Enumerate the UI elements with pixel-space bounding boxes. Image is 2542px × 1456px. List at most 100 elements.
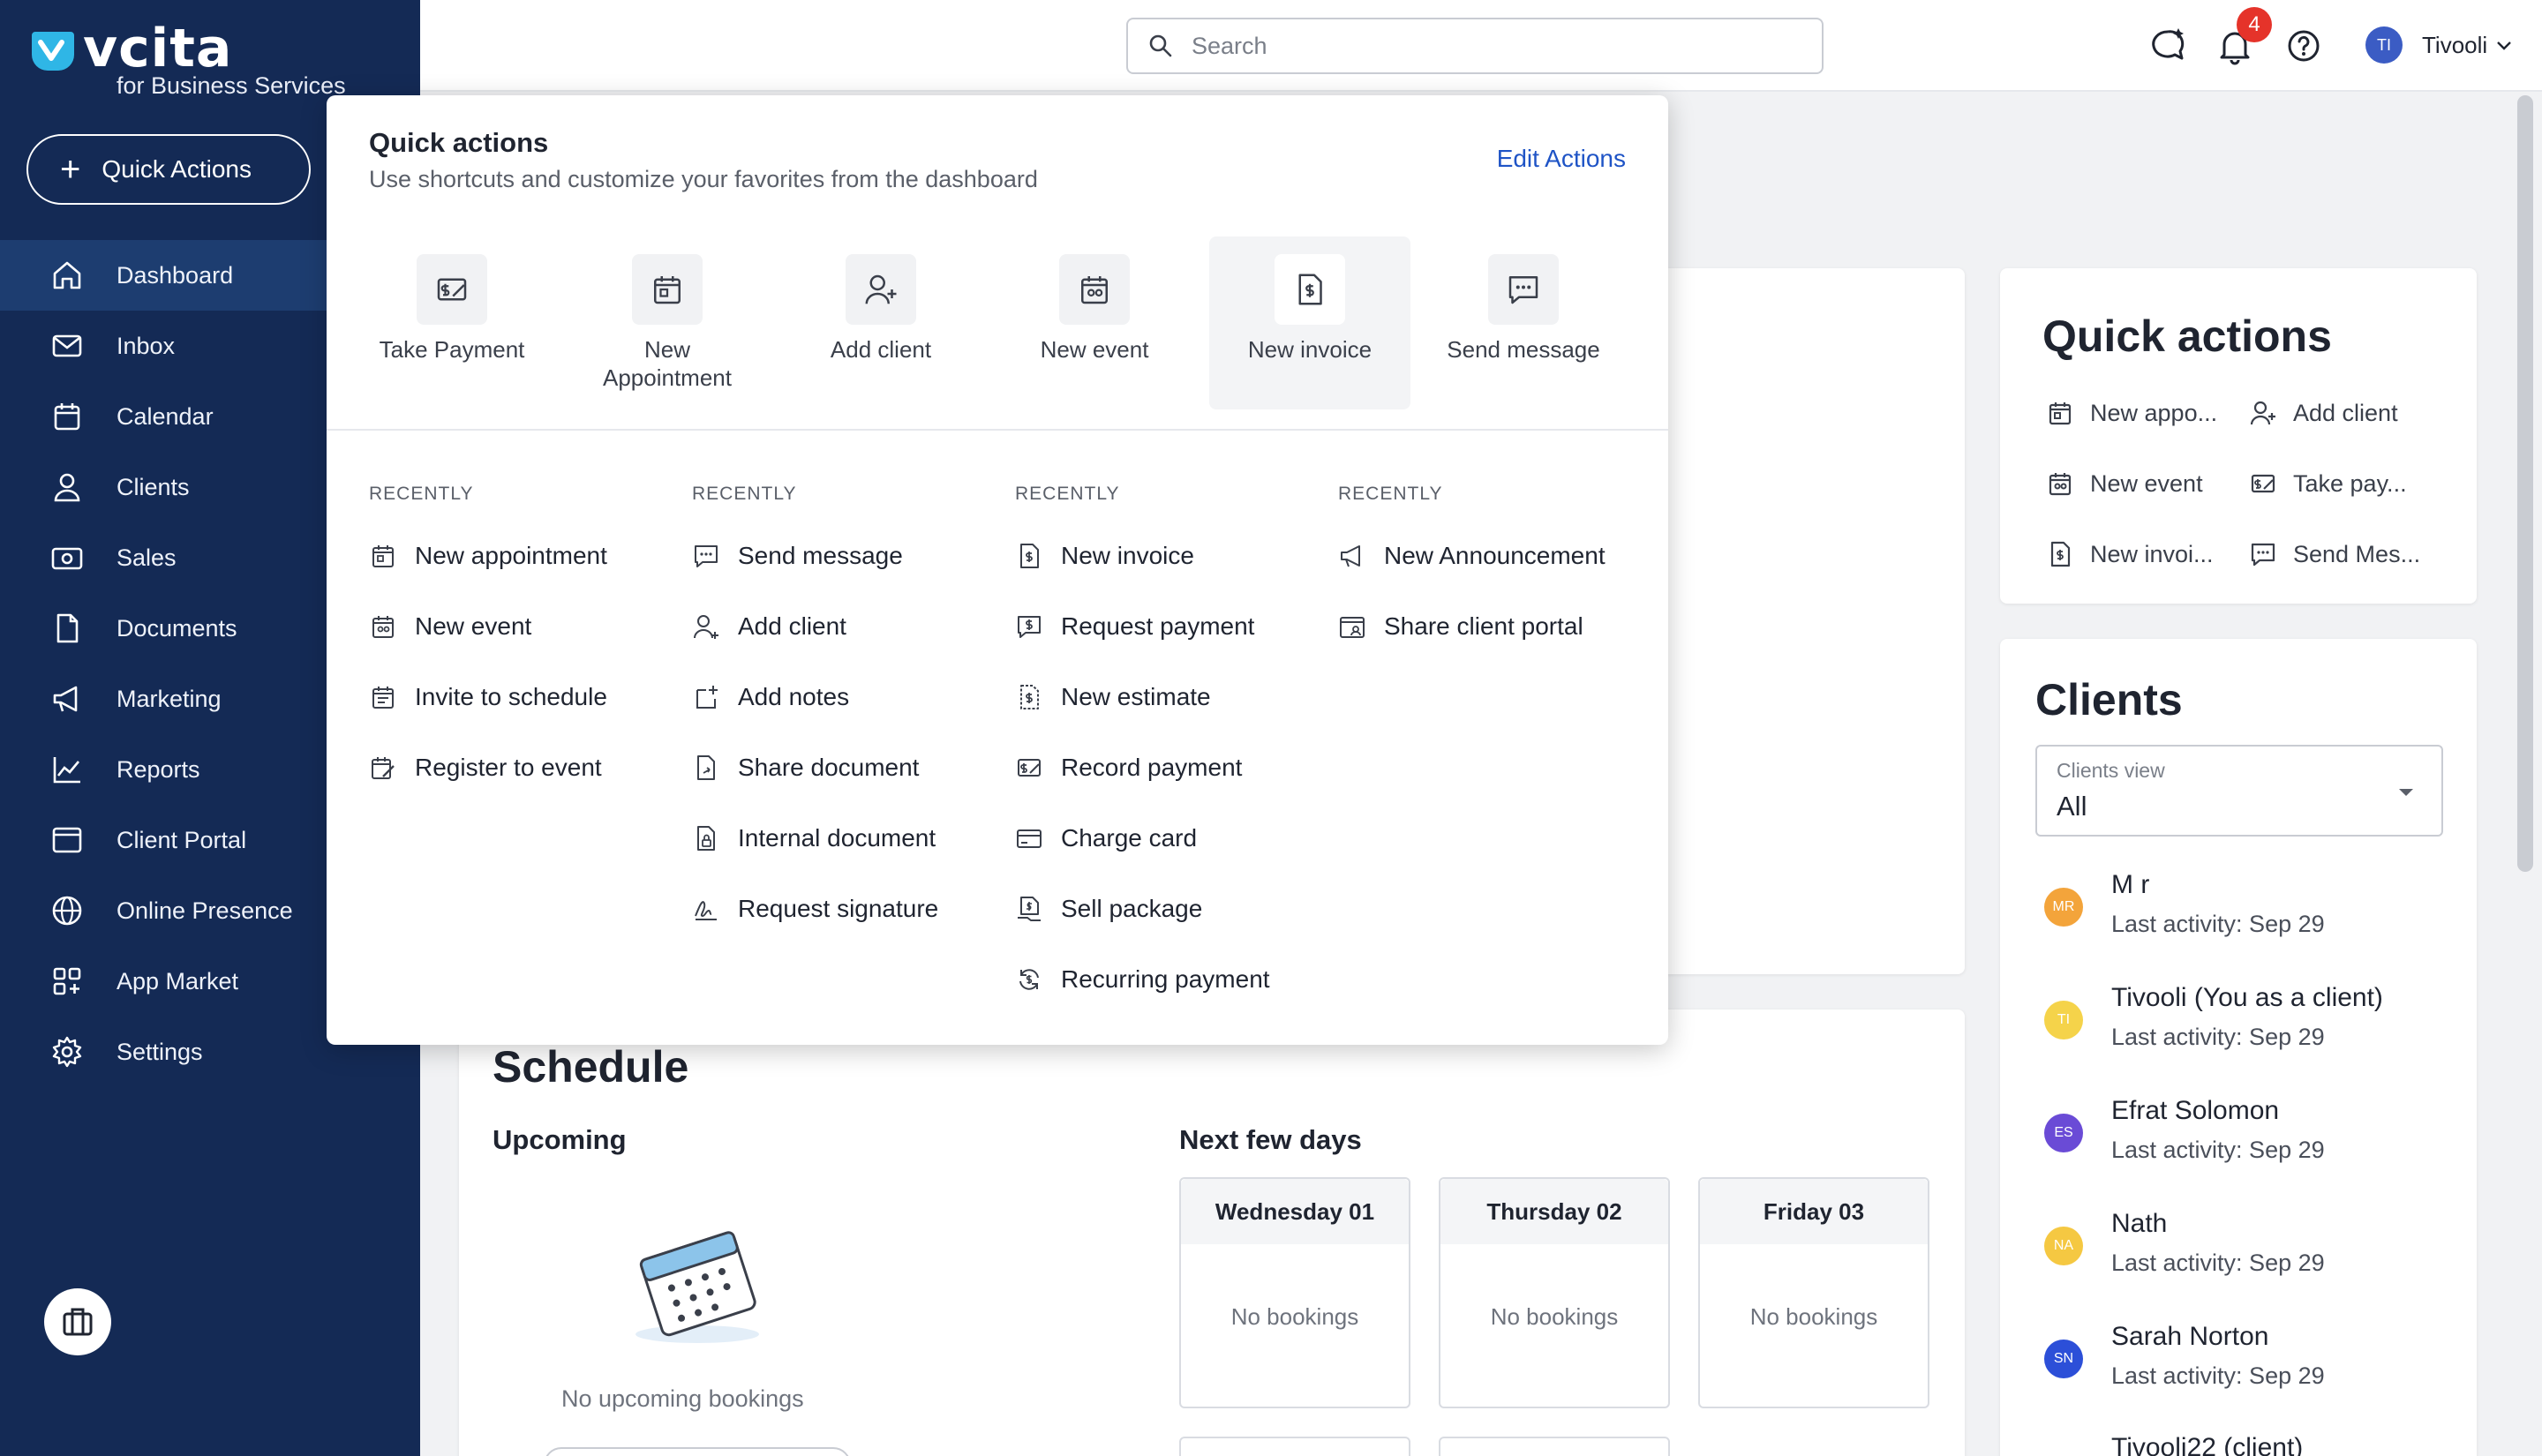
action-request-signature[interactable]: Request signature [692,895,938,923]
side-qa-label: Add client [2293,399,2398,426]
globe-icon [52,896,82,926]
side-qa-new-appointment[interactable]: New appo... [2046,399,2217,427]
day-card[interactable]: Thursday 02 No bookings [1439,1177,1670,1408]
vcita-logo-icon [32,32,74,71]
schedule-invite-icon [372,687,394,709]
note-icon [696,686,718,709]
action-new-invoice[interactable]: New invoice [1015,542,1194,570]
edit-actions-link[interactable]: Edit Actions [1497,145,1626,173]
shortcut-add-client[interactable]: Add client [780,236,981,409]
plus-icon: + [60,150,81,189]
shortcut-label: Add client [830,336,932,363]
credit-card-icon [1017,829,1042,848]
quick-actions-popup: Quick actions Use shortcuts and customiz… [327,95,1668,1045]
day-card[interactable] [1179,1437,1410,1456]
day-card[interactable]: Wednesday 01 No bookings [1179,1177,1410,1408]
home-icon [53,261,81,289]
client-name: Nath [2111,1209,2168,1238]
action-charge-card[interactable]: Charge card [1015,824,1197,852]
popup-subtitle: Use shortcuts and customize your favorit… [369,166,1038,192]
person-icon [54,473,80,502]
user-name[interactable]: Tivooli [2422,32,2487,59]
quick-actions-label: Quick Actions [102,155,252,183]
client-name: M r [2111,870,2150,899]
action-record-payment[interactable]: Record payment [1015,754,1242,782]
sidebar-item-label: Client Portal [117,826,247,853]
mail-icon [52,334,82,357]
shortcut-label: Take Payment [379,336,525,363]
side-qa-take-payment[interactable]: Take pay... [2249,469,2407,498]
day-card[interactable]: Friday 03 No bookings [1698,1177,1929,1408]
action-new-estimate[interactable]: New estimate [1015,683,1211,711]
side-qa-new-event[interactable]: New event [2046,469,2203,498]
action-invite-to-schedule[interactable]: Invite to schedule [369,683,607,711]
action-share-client-portal[interactable]: Share client portal [1338,612,1583,641]
action-sell-package[interactable]: Sell package [1015,895,1202,923]
action-share-document[interactable]: Share document [692,754,919,782]
action-send-message[interactable]: Send message [692,542,903,570]
clients-view-select[interactable]: Clients view All [2035,745,2443,837]
client-name: Tivooli (You as a client) [2111,983,2383,1012]
briefcase-icon [63,1308,93,1336]
search-icon [1149,34,1172,57]
action-label: New Announcement [1384,542,1606,569]
sidebar-item-label: Settings [117,1038,203,1065]
chevron-down-icon[interactable] [2494,35,2514,55]
action-label: Internal document [738,824,936,852]
action-label: Sell package [1061,895,1203,922]
business-bag-button[interactable] [44,1288,111,1355]
clients-view-label: Clients view [2057,759,2165,782]
calendar-illustration-icon [636,1231,759,1343]
event-icon [1081,276,1108,304]
message-icon [1508,276,1538,304]
top-bar: Search 4 TI Tivooli [420,0,2542,92]
side-qa-new-invoice[interactable]: New invoi... [2046,540,2214,568]
document-icon [56,613,79,643]
client-avatar: NA [2044,1227,2083,1265]
action-internal-document[interactable]: Internal document [692,824,936,852]
action-recurring-payment[interactable]: Recurring payment [1015,965,1270,994]
side-quick-actions-title: Quick actions [2042,311,2332,361]
add-person-icon [694,615,718,639]
shortcut-new-appointment[interactable]: New Appointment [567,236,768,409]
brand-logo[interactable]: vcita for Business Services [26,22,346,99]
day-status: No bookings [1490,1303,1619,1330]
day-card[interactable] [1439,1437,1670,1456]
recently-heading: RECENTLY [1338,484,1443,504]
action-label: Request payment [1061,612,1255,640]
client-name: Sarah Norton [2111,1322,2269,1351]
action-add-notes[interactable]: Add notes [692,683,849,711]
side-qa-add-client[interactable]: Add client [2249,399,2398,427]
action-request-payment[interactable]: Request payment [1015,612,1254,641]
help-icon[interactable] [2283,25,2325,67]
action-new-event[interactable]: New event [369,612,531,641]
quick-actions-button[interactable]: + Quick Actions [26,134,311,205]
user-avatar[interactable]: TI [2365,26,2403,64]
money-icon [51,547,83,570]
shortcut-take-payment[interactable]: Take Payment [351,236,553,409]
gear-icon [52,1036,82,1068]
action-label: New invoice [1061,542,1194,569]
client-activity: Last activity: Sep 29 [2111,1362,2325,1389]
schedule-action-button[interactable] [544,1447,851,1456]
sidebar-item-label: App Market [117,967,239,994]
side-qa-send-message[interactable]: Send Mes... [2249,540,2420,568]
calendar-icon [654,276,681,304]
shortcut-new-invoice[interactable]: New invoice [1209,236,1410,409]
action-new-announcement[interactable]: New Announcement [1338,542,1606,570]
action-label: New appointment [415,542,607,569]
action-add-client[interactable]: Add client [692,612,846,641]
page-scrollbar[interactable] [2517,95,2533,872]
message-icon [2251,543,2275,567]
shortcut-label: New Appointment [603,336,732,391]
add-person-icon [865,274,897,304]
shortcut-new-event[interactable]: New event [994,236,1195,409]
action-new-appointment[interactable]: New appointment [369,542,607,570]
payment-icon [2251,474,2275,493]
shortcut-send-message[interactable]: Send message [1423,236,1624,409]
action-label: Add client [738,612,846,640]
action-register-to-event[interactable]: Register to event [369,754,602,782]
request-payment-icon [1018,616,1041,638]
ai-chat-icon[interactable] [2147,25,2189,67]
search-input[interactable]: Search [1126,18,1824,74]
